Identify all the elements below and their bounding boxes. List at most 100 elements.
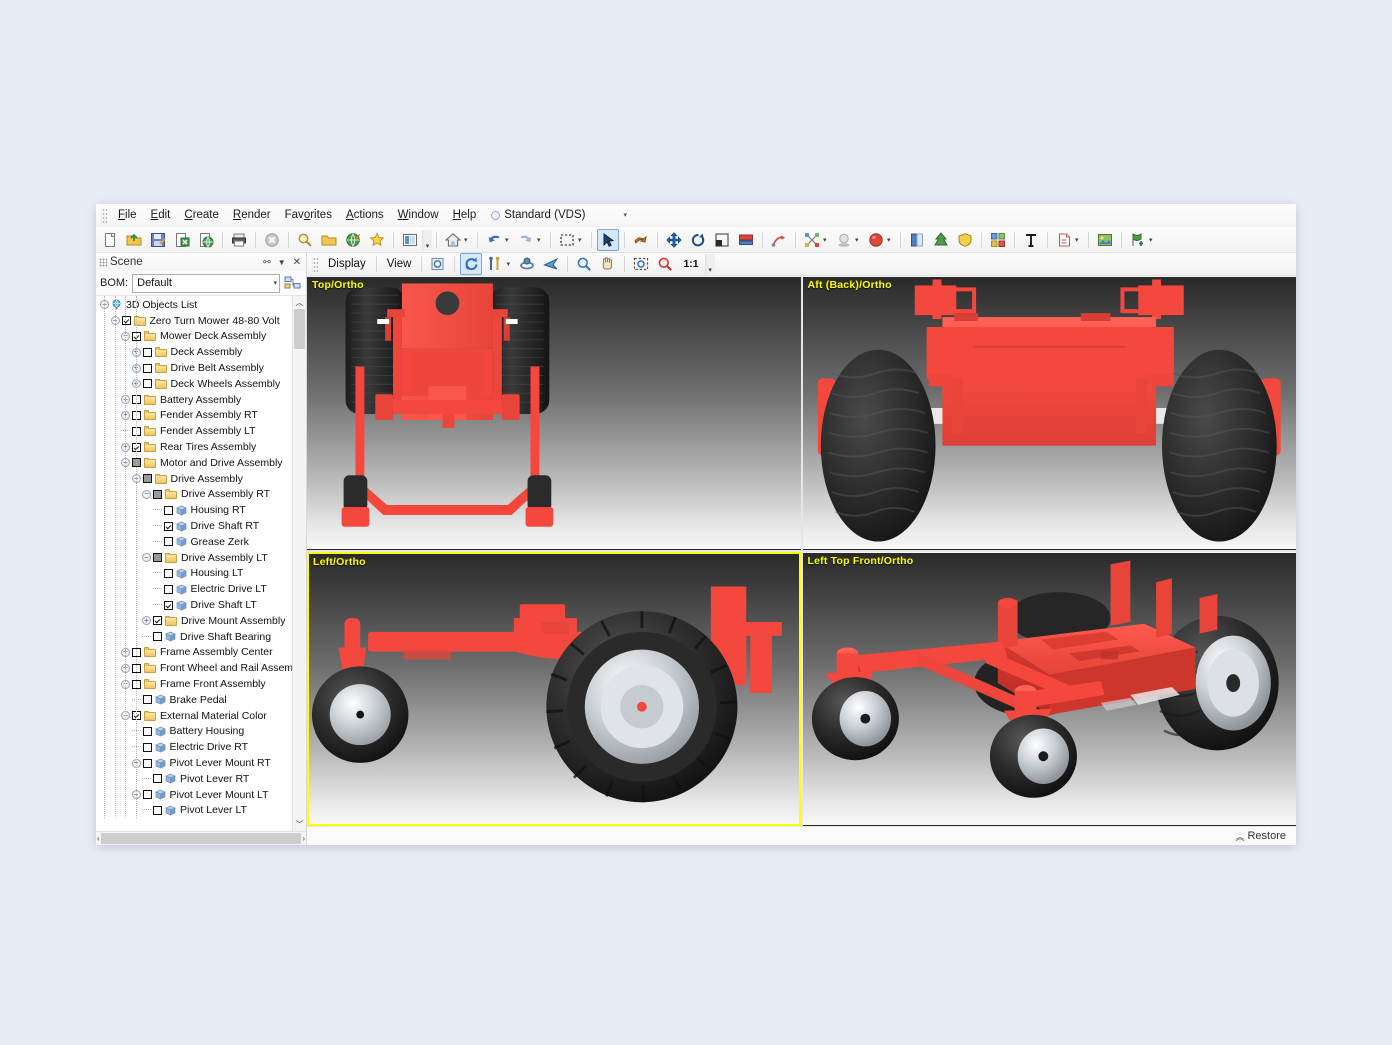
tree-visibility-checkbox[interactable] (142, 347, 152, 357)
tree-visibility-checkbox[interactable] (163, 600, 173, 610)
object-tree-scroll-area[interactable]: −3D Objects List − Zero Turn Mower 48-80 V… (96, 295, 306, 831)
chevron-down-icon[interactable]: ▾ (823, 236, 830, 244)
panel-menu-chevron-icon[interactable]: ▼ (276, 258, 288, 267)
chevron-down-icon[interactable]: ▾ (1149, 236, 1156, 244)
pan-hand-icon[interactable] (597, 253, 619, 275)
marker-icon[interactable] (1127, 229, 1149, 251)
viewport-aft-ortho[interactable]: Aft (Back)/Ortho (802, 276, 1296, 550)
menu-render[interactable]: Render (226, 207, 278, 223)
tree-collapse-icon[interactable]: − (141, 552, 152, 563)
menu-file[interactable]: File (111, 207, 144, 223)
export-icon[interactable] (171, 229, 193, 251)
image-icon[interactable] (1094, 229, 1116, 251)
zoom-in-icon[interactable] (573, 253, 595, 275)
open-folder-icon[interactable] (123, 229, 145, 251)
walk-mode-icon[interactable] (484, 253, 506, 275)
tree-visibility-checkbox[interactable] (153, 489, 162, 499)
tree-visibility-checkbox[interactable] (163, 521, 173, 531)
grid-layout-icon[interactable] (987, 229, 1009, 251)
menu-edit[interactable]: Edit (144, 207, 178, 223)
tree-expand-icon[interactable]: + (141, 615, 152, 626)
chevron-down-icon[interactable]: ▾ (464, 236, 471, 244)
snapshot-icon[interactable] (427, 253, 449, 275)
tree-visibility-checkbox[interactable] (142, 379, 152, 389)
scroll-down-arrow-icon[interactable]: ﹀ (296, 818, 304, 831)
book-icon[interactable] (906, 229, 928, 251)
turntable-icon[interactable] (516, 253, 538, 275)
chevron-down-icon[interactable]: ▾ (506, 260, 513, 268)
tree-visibility-checkbox[interactable] (163, 537, 173, 547)
tree-visibility-checkbox[interactable] (153, 774, 162, 784)
tree-visibility-checkbox[interactable] (142, 726, 152, 736)
tree-visibility-checkbox[interactable] (142, 695, 152, 705)
tree-visibility-checkbox[interactable] (142, 758, 152, 768)
path-animation-icon[interactable] (768, 229, 790, 251)
display-menu-button[interactable]: Display (322, 256, 372, 272)
toolbar-overflow-icon[interactable]: ▾ (422, 229, 432, 250)
move-icon[interactable] (663, 229, 685, 251)
menu-actions[interactable]: Actions (339, 207, 391, 223)
cancel-icon[interactable] (261, 229, 283, 251)
tree-options-icon[interactable] (284, 275, 302, 291)
tree-visibility-checkbox[interactable] (142, 742, 152, 752)
panel-toggle-icon[interactable] (399, 229, 421, 251)
menubar-drag-grip[interactable] (101, 207, 108, 223)
material-ball-icon[interactable] (865, 229, 887, 251)
close-panel-icon[interactable]: ✕ (291, 257, 303, 268)
scroll-left-arrow-icon[interactable]: ‹ (97, 832, 100, 845)
bom-select[interactable]: Default ▾ (132, 273, 280, 293)
viewport-toolbar-overflow-icon[interactable]: ▾ (704, 254, 715, 274)
note-icon[interactable] (1053, 229, 1075, 251)
tree-visibility-checkbox[interactable] (153, 553, 162, 563)
viewport-top-ortho[interactable]: Top/Ortho (307, 276, 801, 550)
scene-panel-grip[interactable] (99, 257, 107, 267)
chevron-down-icon[interactable]: ▾ (1075, 236, 1082, 244)
viewport-left-ortho[interactable]: Left/Ortho (307, 552, 801, 826)
rotate-view-icon[interactable] (460, 253, 483, 275)
menu-window[interactable]: Window (391, 207, 446, 223)
zoom-fit-icon[interactable] (654, 253, 676, 275)
align-icon[interactable] (735, 229, 757, 251)
tree-horizontal-scroll-thumb[interactable] (100, 833, 302, 844)
chevron-down-icon[interactable]: ▾ (855, 236, 862, 244)
tree-visibility-checkbox[interactable] (142, 790, 152, 800)
undo-icon[interactable] (483, 229, 505, 251)
save-icon[interactable] (147, 229, 169, 251)
menu-favorites[interactable]: Favorites (278, 207, 339, 223)
tree-visibility-checkbox[interactable] (163, 568, 173, 578)
leaf-icon[interactable] (930, 229, 952, 251)
restore-button[interactable]: ︽ Restore (1235, 830, 1286, 843)
tree-horizontal-scrollbar[interactable]: ‹ › (96, 831, 306, 845)
favorites-star-icon[interactable] (366, 229, 388, 251)
menu-create[interactable]: Create (177, 207, 226, 223)
pan-object-icon[interactable] (630, 229, 652, 251)
internet-icon[interactable] (342, 229, 364, 251)
tree-collapse-icon[interactable]: − (141, 489, 152, 500)
tree-visibility-checkbox[interactable] (142, 363, 152, 373)
shadow-icon[interactable] (833, 229, 855, 251)
viewport-left-top-front-ortho[interactable]: Left Top Front/Ortho (802, 552, 1296, 826)
tree-vertical-scroll-thumb[interactable] (294, 309, 305, 349)
tree-visibility-checkbox[interactable] (153, 805, 162, 815)
tree-visibility-checkbox[interactable] (163, 584, 173, 594)
browse-folder-icon[interactable] (318, 229, 340, 251)
fly-mode-icon[interactable] (540, 253, 562, 275)
tree-visibility-checkbox[interactable] (153, 616, 162, 626)
find-binoculars-icon[interactable]: ⚯ (261, 257, 273, 268)
scroll-up-arrow-icon[interactable]: ︿ (296, 296, 304, 309)
print-icon[interactable] (228, 229, 250, 251)
new-document-icon[interactable] (99, 229, 121, 251)
search-icon[interactable] (294, 229, 316, 251)
explode-icon[interactable] (801, 229, 823, 251)
tree-visibility-checkbox[interactable] (153, 632, 162, 642)
publish-web-icon[interactable] (195, 229, 217, 251)
redo-icon[interactable] (515, 229, 537, 251)
scroll-right-arrow-icon[interactable]: › (302, 832, 305, 845)
rotate-icon[interactable] (687, 229, 709, 251)
viewport-toolbar-grip[interactable] (312, 256, 319, 272)
shield-icon[interactable] (954, 229, 976, 251)
home-view-icon[interactable] (442, 229, 464, 251)
profile-caret-icon[interactable]: ▾ (623, 211, 627, 219)
chevron-down-icon[interactable]: ▾ (505, 236, 512, 244)
chevron-down-icon[interactable]: ▾ (887, 236, 894, 244)
